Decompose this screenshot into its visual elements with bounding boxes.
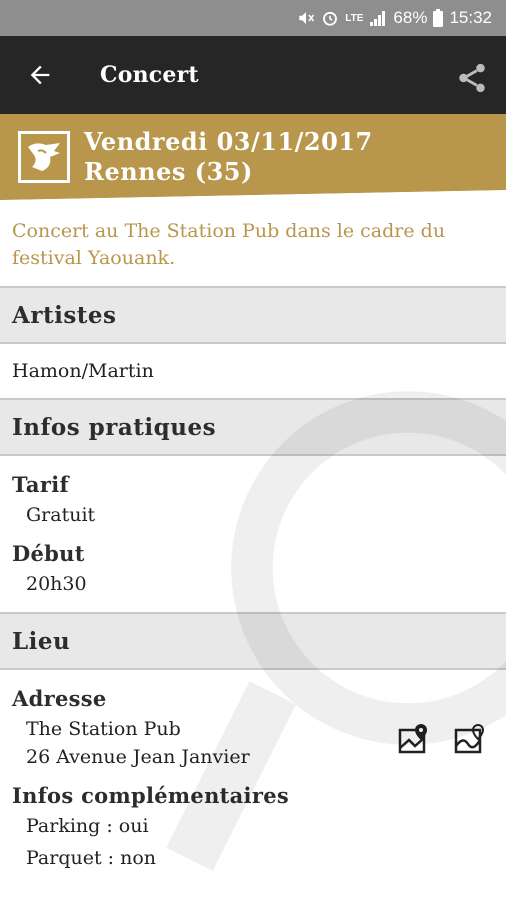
battery-percent: 68% xyxy=(393,8,428,27)
app-bar: Concert xyxy=(0,36,506,114)
map-pin-icon xyxy=(398,724,427,754)
debut-label: Début xyxy=(12,541,85,566)
festival-logo-icon xyxy=(18,131,70,183)
parking-value: Parking : oui xyxy=(26,815,149,837)
address-row: The Station Pub 26 Avenue Jean Janvier xyxy=(12,711,494,771)
alarm-icon xyxy=(321,9,339,27)
directions-button[interactable] xyxy=(452,721,488,757)
event-description: Concert au The Station Pub dans le cadre… xyxy=(12,220,446,269)
event-date: Vendredi 03/11/2017 xyxy=(84,127,373,156)
share-icon xyxy=(459,63,485,93)
section-lieu-title: Lieu xyxy=(0,612,506,670)
lieu-block: Adresse The Station Pub 26 Avenue Jean J… xyxy=(0,670,506,882)
status-bar: LTE 68% 15:32 xyxy=(0,0,506,36)
event-header: Vendredi 03/11/2017 Rennes (35) xyxy=(0,114,506,200)
section-artistes-title: Artistes xyxy=(0,286,506,344)
debut-value: 20h30 xyxy=(26,573,87,595)
tarif-value: Gratuit xyxy=(26,504,96,526)
arrow-left-icon xyxy=(30,65,50,85)
map-route-icon xyxy=(454,723,485,754)
address-text: The Station Pub 26 Avenue Jean Janvier xyxy=(12,715,396,771)
tarif-label: Tarif xyxy=(12,472,69,497)
complement-label: Infos complémentaires xyxy=(12,783,289,808)
address-line-1: The Station Pub xyxy=(26,718,181,740)
adresse-label: Adresse xyxy=(12,686,107,711)
section-infos-title: Infos pratiques xyxy=(0,398,506,456)
address-line-2: 26 Avenue Jean Janvier xyxy=(26,746,250,768)
network-type: LTE xyxy=(345,12,364,24)
infos-block: Tarif Gratuit Début 20h30 xyxy=(0,456,506,608)
back-button[interactable] xyxy=(20,55,60,95)
share-button[interactable] xyxy=(452,58,492,98)
artist-name: Hamon/Martin xyxy=(12,360,154,382)
mute-icon xyxy=(297,9,315,27)
parquet-value: Parquet : non xyxy=(26,847,157,869)
event-location: Rennes (35) xyxy=(84,157,253,186)
clock: 15:32 xyxy=(449,8,492,27)
signal-icon xyxy=(369,10,387,26)
address-actions xyxy=(396,721,488,757)
page-title: Concert xyxy=(100,62,199,88)
map-pin-button[interactable] xyxy=(396,721,432,757)
battery-icon xyxy=(433,9,444,27)
event-info: Vendredi 03/11/2017 Rennes (35) xyxy=(84,127,373,187)
